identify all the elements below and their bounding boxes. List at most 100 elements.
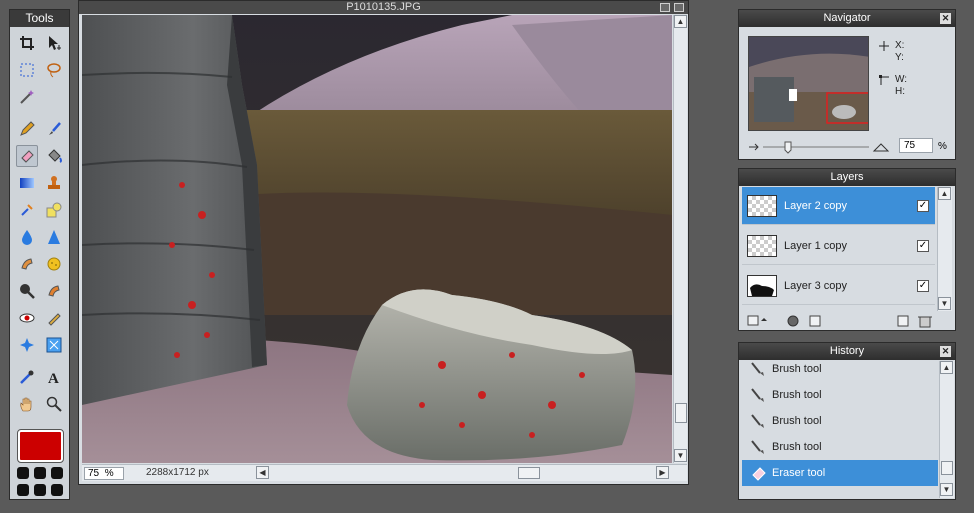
smudge-tool[interactable] <box>16 253 38 275</box>
crop-icon <box>20 36 34 50</box>
history-item[interactable]: Brush tool <box>742 434 938 460</box>
layer-visibility-checkbox[interactable]: ✓ <box>917 279 929 292</box>
photo-rock-scene <box>82 15 672 463</box>
bucket-icon <box>48 149 62 163</box>
gradient-tool[interactable] <box>16 172 38 194</box>
scroll-up-button[interactable]: ▲ <box>940 361 953 374</box>
burn-tool[interactable] <box>43 280 65 302</box>
stamp-icon <box>48 176 60 189</box>
dot[interactable] <box>51 467 63 479</box>
dot[interactable] <box>34 484 46 496</box>
move-tool[interactable] <box>43 32 65 54</box>
layer-row[interactable]: Layer 2 copy ✓ <box>742 187 935 225</box>
hand-tool[interactable] <box>16 393 38 415</box>
move-icon <box>49 36 61 50</box>
zoom-slider-graphic <box>749 141 890 154</box>
type-tool[interactable]: A <box>43 366 65 388</box>
canvas-image[interactable] <box>82 15 672 463</box>
history-item-label: Eraser tool <box>772 467 826 479</box>
scroll-right-button[interactable]: ▶ <box>656 466 669 479</box>
layer-thumbnail <box>747 274 777 297</box>
tool-dots-grid <box>17 467 65 497</box>
sharpen-tool[interactable] <box>43 226 65 248</box>
shapes-tool[interactable] <box>43 199 65 221</box>
scroll-left-button[interactable]: ◀ <box>256 466 269 479</box>
lasso-tool[interactable] <box>43 59 65 81</box>
maximize-button[interactable] <box>660 3 670 12</box>
close-icon[interactable]: ✕ <box>940 13 951 24</box>
scroll-thumb[interactable] <box>941 461 953 475</box>
dot[interactable] <box>17 484 29 496</box>
scroll-down-button[interactable]: ▼ <box>938 297 951 310</box>
zoom-lens-tool[interactable] <box>16 280 38 302</box>
pencil-tool[interactable] <box>16 118 38 140</box>
zoom-tool[interactable] <box>43 393 65 415</box>
crop-tool[interactable] <box>16 32 38 54</box>
dot[interactable] <box>17 467 29 479</box>
scroll-thumb[interactable] <box>675 403 687 423</box>
magic-wand-tool[interactable] <box>16 86 38 108</box>
navigator-zoom-slider[interactable] <box>749 140 894 154</box>
canvas-vertical-scrollbar[interactable]: ▲ ▼ <box>673 15 687 463</box>
blur-tool[interactable] <box>16 226 38 248</box>
color-replace-tool[interactable] <box>16 199 38 221</box>
red-eye-tool[interactable] <box>16 307 38 329</box>
scroll-up-button[interactable]: ▲ <box>674 15 687 28</box>
dodge-icon <box>48 313 61 326</box>
marquee-tool[interactable] <box>16 59 38 81</box>
svg-text:A: A <box>48 371 59 385</box>
color-replace-icon <box>21 204 33 216</box>
canvas-dimensions: 2288x1712 px <box>146 467 209 478</box>
navigator-panel: Navigator ✕ X: Y: W: H: 75 % <box>738 9 956 160</box>
lasso-icon <box>47 63 61 78</box>
history-item[interactable]: Brush tool <box>742 408 938 434</box>
close-button[interactable] <box>674 3 684 12</box>
scroll-up-button[interactable]: ▲ <box>938 187 951 200</box>
close-icon[interactable]: ✕ <box>940 346 951 357</box>
eraser-icon <box>21 150 34 163</box>
brush-icon <box>751 362 764 376</box>
spot-heal-tool[interactable] <box>16 334 38 356</box>
history-item[interactable]: Brush tool <box>742 356 938 382</box>
foreground-color-swatch[interactable] <box>17 429 64 463</box>
bloat-tool[interactable] <box>43 334 65 356</box>
scroll-down-button[interactable]: ▼ <box>674 449 687 462</box>
navigator-zoom-input[interactable]: 75 <box>899 138 933 153</box>
canvas-zoom-input[interactable]: 75 % <box>84 467 124 480</box>
dodge-tool[interactable] <box>43 307 65 329</box>
trash-icon <box>919 316 931 328</box>
layer-visibility-checkbox[interactable]: ✓ <box>917 239 929 252</box>
layer-row[interactable]: Layer 1 copy ✓ <box>742 227 935 265</box>
picker-icon <box>20 370 34 384</box>
history-scrollbar[interactable]: ▲ ▼ <box>939 361 954 498</box>
smudge-icon <box>21 258 33 270</box>
horizontal-scroll-thumb[interactable] <box>518 467 540 479</box>
sharpen-icon <box>48 230 60 244</box>
layer-visibility-checkbox[interactable]: ✓ <box>917 199 929 212</box>
hand-icon <box>20 397 32 412</box>
layers-title-bar: Layers <box>739 169 955 186</box>
layers-footer-icons <box>747 315 932 328</box>
layer-row[interactable]: Layer 3 copy ✓ <box>742 267 935 305</box>
stamp-tool[interactable] <box>43 172 65 194</box>
shapes-icon <box>46 202 62 218</box>
history-item-selected[interactable]: Eraser tool <box>742 460 938 486</box>
color-picker-tool[interactable] <box>16 366 38 388</box>
navigator-thumbnail[interactable] <box>748 36 869 131</box>
scroll-down-button[interactable]: ▼ <box>940 483 953 496</box>
dot[interactable] <box>34 467 46 479</box>
tools-panel: Tools A <box>9 9 70 500</box>
brush-icon <box>751 440 764 454</box>
eraser-tool[interactable] <box>16 145 38 167</box>
navigator-title: Navigator <box>823 12 871 24</box>
layers-footer <box>742 313 952 329</box>
canvas-status-bar: 75 % 2288x1712 px ◀ ▶ <box>82 464 687 481</box>
layers-scrollbar[interactable]: ▲ ▼ <box>937 187 952 311</box>
layer-name: Layer 1 copy <box>784 239 847 252</box>
sponge-tool[interactable] <box>43 253 65 275</box>
brush-tool[interactable] <box>43 118 65 140</box>
navigator-preview-image <box>749 37 868 130</box>
bucket-tool[interactable] <box>43 145 65 167</box>
dot[interactable] <box>51 484 63 496</box>
history-item[interactable]: Brush tool <box>742 382 938 408</box>
